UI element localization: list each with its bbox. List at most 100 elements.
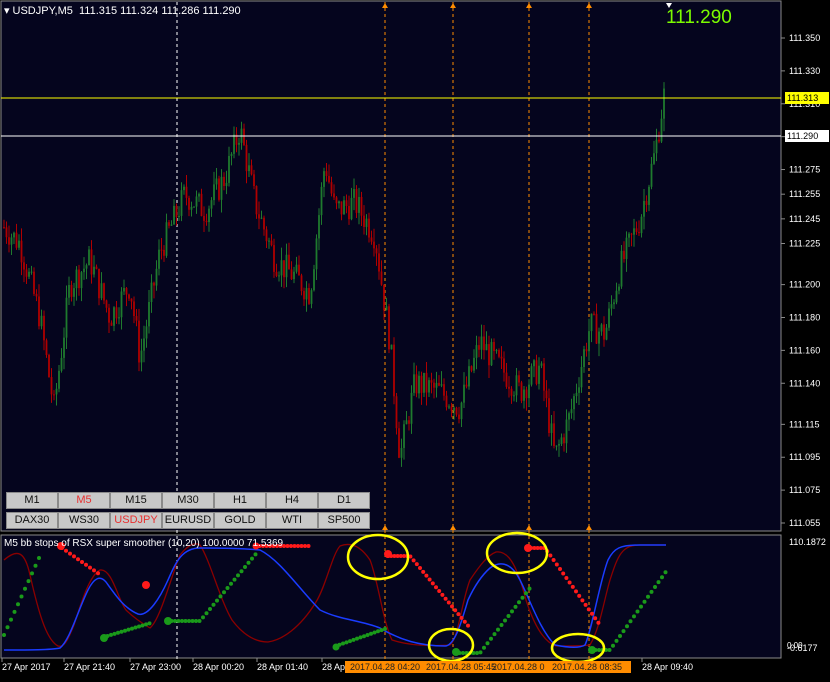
candle-body [523, 389, 525, 401]
candle-body [500, 356, 503, 359]
candle-body [443, 384, 445, 396]
red-stop-dot [596, 620, 601, 625]
candle-body [370, 237, 373, 242]
candle-body [130, 298, 133, 302]
symbol-button-sp500[interactable]: SP500 [318, 512, 370, 529]
header-arrow-icon: ▾ [4, 5, 10, 17]
symbol-button-dax30[interactable]: DAX30 [6, 512, 58, 529]
candle-body [615, 290, 618, 303]
candle-body [625, 237, 628, 260]
candle-body [603, 324, 605, 340]
symbol-button-eurusd[interactable]: EURUSD [162, 512, 214, 529]
candle-body [98, 268, 100, 299]
candle-body [638, 231, 640, 234]
candle-body [75, 269, 78, 289]
candle-body [160, 249, 163, 251]
candle-body [268, 240, 270, 242]
tf-button-d1[interactable]: D1 [318, 492, 370, 509]
green-stop-dot [376, 629, 380, 634]
red-stop-dot [554, 562, 559, 567]
main-chart-area[interactable] [0, 0, 782, 532]
candle-body [375, 248, 378, 254]
symbol-button-ws30[interactable]: WS30 [58, 512, 110, 529]
symbol-button-gold[interactable]: GOLD [214, 512, 266, 529]
red-stop-dot [303, 544, 307, 548]
candle-body [293, 271, 295, 280]
price-tick-label: 111.160 [789, 345, 820, 355]
green-stop-dot [147, 621, 152, 626]
candle-body [185, 186, 188, 198]
time-tick-label: 28 Apr 01:40 [257, 662, 308, 672]
candle-body [610, 304, 613, 309]
green-stop-dot [639, 604, 643, 609]
green-stop-dot [133, 625, 138, 630]
candle-body [303, 291, 305, 300]
candle-body [198, 193, 200, 197]
price-tick-label: 111.255 [789, 189, 820, 199]
candle-body [590, 313, 593, 332]
candle-body [560, 437, 563, 444]
candle-body [425, 372, 428, 393]
green-stop-dot [496, 627, 500, 632]
tf-button-h1[interactable]: H1 [214, 492, 266, 509]
time-tick-label: 27 Apr 2017 [2, 662, 51, 672]
red-stop-dot [430, 581, 435, 586]
candle-body [275, 271, 278, 276]
price-tick-label: 111.200 [789, 280, 820, 290]
candle-body [133, 301, 135, 316]
candle-body [648, 186, 650, 205]
green-stop-dot [9, 617, 13, 622]
candle-body [495, 350, 498, 352]
green-stop-dot [37, 556, 41, 560]
green-stop-dot [628, 619, 633, 624]
candle-body [410, 392, 413, 424]
tf-button-h4[interactable]: H4 [266, 492, 318, 509]
candle-body [168, 222, 170, 226]
green-stop-dot [365, 632, 370, 637]
candle-body [128, 294, 130, 299]
symbol-button-usdjpy[interactable]: USDJPY [110, 512, 162, 529]
candle-body [373, 241, 375, 249]
green-stop-dot [180, 619, 184, 623]
candle-body [423, 372, 425, 393]
candle-body [388, 306, 390, 350]
red-stop-dot [462, 619, 467, 624]
green-stop-dot [137, 624, 141, 629]
candle-body [300, 275, 303, 292]
green-stop-dot [190, 619, 195, 623]
candle-body [573, 396, 575, 410]
green-stop-dot [236, 573, 240, 578]
green-stop-dot [2, 633, 6, 637]
candle-body [60, 357, 63, 371]
candle-body [148, 302, 150, 327]
candle-body [93, 266, 95, 275]
trading-chart[interactable]: 111.350111.330111.310111.290111.275111.2… [0, 0, 830, 682]
tf-button-m15[interactable]: M15 [110, 492, 162, 509]
tf-button-m5[interactable]: M5 [58, 492, 110, 509]
candle-body [390, 344, 393, 350]
candle-body [383, 284, 385, 311]
candle-body [468, 366, 470, 387]
candle-body [588, 331, 590, 352]
tf-button-m30[interactable]: M30 [162, 492, 214, 509]
tf-button-m1[interactable]: M1 [6, 492, 58, 509]
candle-body [348, 205, 350, 220]
indicator-title: M5 bb stops of RSX super smoother (10,20… [4, 538, 284, 549]
green-stop-dot [656, 580, 661, 585]
green-stop-marker [164, 617, 172, 625]
green-stop-dot [208, 607, 212, 611]
candle-body [38, 296, 40, 327]
candle-body [420, 375, 423, 393]
candle-body [453, 407, 455, 411]
candle-body [418, 375, 420, 394]
candle-body [115, 307, 118, 319]
green-stop-dot [625, 624, 629, 629]
candle-body [333, 193, 335, 198]
green-stop-dot [482, 645, 486, 650]
candle-body [503, 358, 505, 373]
candle-body [30, 271, 33, 273]
candle-body [663, 88, 665, 119]
candle-body [605, 327, 608, 340]
green-stop-dot [126, 627, 131, 632]
symbol-button-wti[interactable]: WTI [266, 512, 318, 529]
